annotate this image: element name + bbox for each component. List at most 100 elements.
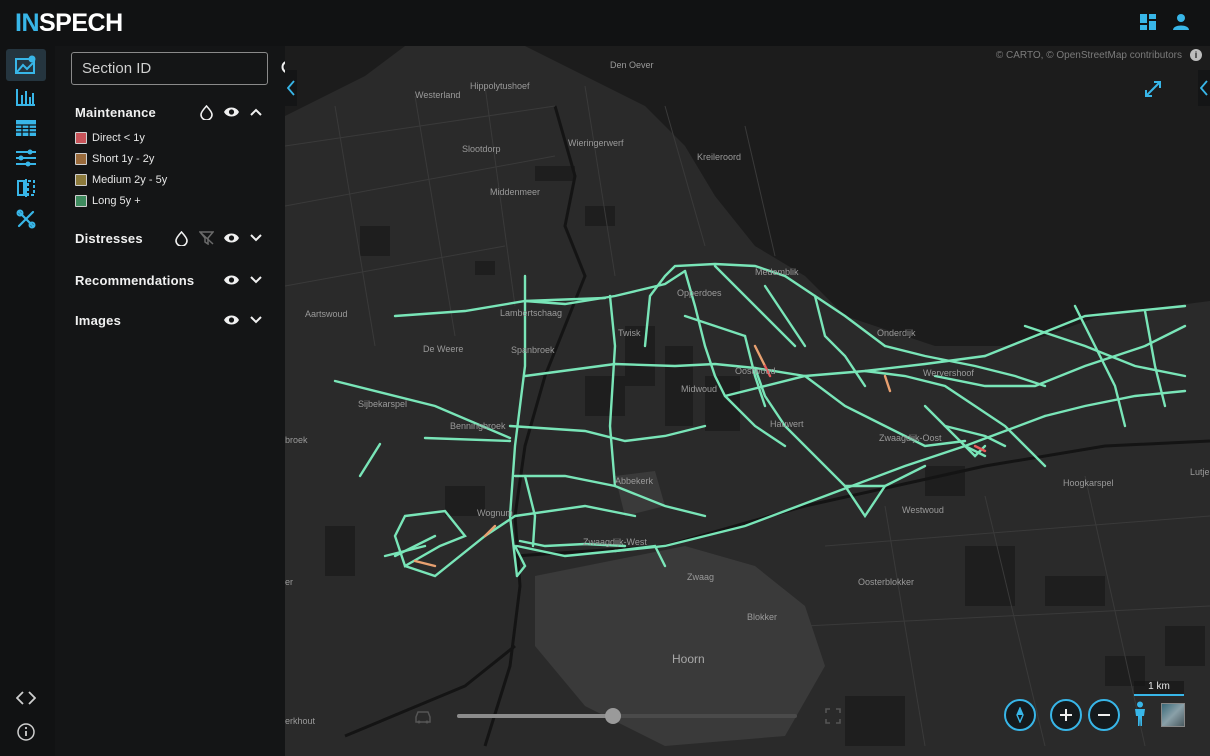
place-label: Aartswoud	[305, 309, 348, 319]
place-label: Benningbroek	[450, 421, 506, 431]
place-label: Oostwoud	[735, 366, 776, 376]
satellite-layer-thumbnail[interactable]	[1161, 703, 1185, 727]
map-attribution[interactable]: © CARTO, © OpenStreetMap contributors	[996, 50, 1182, 61]
code-icon[interactable]	[6, 684, 46, 712]
place-label: Zwaagdijk-Oost	[879, 433, 942, 443]
legend-label: Direct < 1y	[92, 131, 145, 144]
visibility-eye-icon[interactable]	[220, 269, 242, 291]
place-label: Zwaag	[687, 572, 715, 582]
recommendations-title: Recommendations	[75, 272, 195, 288]
legend-swatch	[75, 173, 87, 186]
compass-button[interactable]	[1004, 699, 1036, 731]
place-label: Westwoud	[902, 505, 944, 515]
legend-item: Short 1y - 2y	[75, 148, 265, 169]
compare-icon[interactable]	[6, 172, 46, 204]
legend-item: Long 5y +	[75, 190, 265, 211]
place-label: Slootdorp	[462, 144, 501, 154]
distresses-title: Distresses	[75, 230, 143, 246]
legend-swatch	[75, 152, 87, 165]
place-label: Lutjeb	[1190, 467, 1210, 477]
maintenance-section-header[interactable]: Maintenance	[75, 101, 267, 123]
bar-chart-icon[interactable]	[6, 81, 46, 113]
chevron-down-icon[interactable]	[245, 309, 267, 331]
place-label: Zwaagdijk-West	[583, 537, 647, 547]
fit-view-icon[interactable]	[825, 708, 843, 726]
place-label: De Weere	[423, 344, 464, 354]
place-label: Wervershoof	[923, 368, 974, 378]
car-icon	[413, 710, 435, 726]
map-scale-bar: 1 km	[1134, 681, 1184, 696]
place-label: Hippolytushoef	[470, 81, 530, 91]
place-label: Wognum	[477, 508, 513, 518]
info-icon[interactable]	[6, 718, 46, 746]
place-label: Kreileroord	[697, 152, 742, 162]
distresses-section-header[interactable]: Distresses	[75, 227, 267, 249]
opacity-icon[interactable]	[195, 101, 217, 123]
tools-icon[interactable]	[6, 203, 46, 235]
legend-swatch	[75, 131, 87, 144]
visibility-eye-icon[interactable]	[220, 101, 242, 123]
zoom-in-button[interactable]	[1050, 699, 1082, 731]
place-label: Den Oever	[610, 60, 654, 70]
timeline-slider[interactable]	[457, 708, 797, 724]
chevron-down-icon[interactable]	[245, 269, 267, 291]
maintenance-title: Maintenance	[75, 104, 156, 120]
chevron-down-icon[interactable]	[245, 227, 267, 249]
slider-fill	[457, 714, 614, 718]
place-label: Oosterblokker	[858, 577, 915, 587]
zoom-out-button[interactable]	[1088, 699, 1120, 731]
place-label: Hauwert	[770, 419, 804, 429]
logo-part-spech: SPECH	[39, 9, 123, 37]
place-label: Hoogkarspel	[1063, 478, 1114, 488]
attribution-info-icon[interactable]: i	[1190, 49, 1202, 61]
filter-off-icon[interactable]	[195, 227, 217, 249]
legend-item: Medium 2y - 5y	[75, 169, 265, 190]
logo-part-in: IN	[15, 9, 40, 37]
map-icon[interactable]	[6, 49, 46, 81]
place-label: Lambertschaag	[500, 308, 563, 318]
fullscreen-expand-icon[interactable]	[1144, 80, 1164, 100]
app-logo[interactable]: INSPECH	[15, 9, 123, 38]
opacity-icon[interactable]	[170, 227, 192, 249]
user-icon[interactable]	[1172, 13, 1192, 33]
images-section-header[interactable]: Images	[75, 309, 267, 331]
section-search	[71, 52, 298, 85]
dashboard-icon[interactable]	[1139, 13, 1159, 33]
place-label: Abbekerk	[615, 476, 654, 486]
place-label: er	[285, 577, 294, 587]
place-label: Westerland	[415, 90, 461, 100]
basemap	[285, 46, 1210, 747]
place-label: erkhout	[285, 716, 316, 726]
visibility-eye-icon[interactable]	[220, 309, 242, 331]
legend-swatch	[75, 194, 87, 207]
place-label: Blokker	[747, 612, 778, 622]
place-label: Midwoud	[681, 384, 718, 394]
place-label: Twisk	[618, 328, 641, 338]
icon-rail	[0, 46, 52, 756]
place-label: Wieringerwerf	[568, 138, 624, 148]
map-view[interactable]: © CARTO, © OpenStreetMap contributors i …	[285, 46, 1210, 756]
place-label: Medemblik	[755, 267, 799, 277]
collapse-left-panel-button[interactable]	[285, 70, 297, 106]
place-label: Onderdijk	[877, 328, 916, 338]
street-view-pegman-icon[interactable]	[1131, 701, 1151, 729]
chevron-up-icon[interactable]	[245, 101, 267, 123]
section-id-input[interactable]	[72, 60, 281, 77]
top-bar: INSPECH	[0, 0, 1210, 46]
table-icon[interactable]	[6, 112, 46, 144]
place-label: Middenmeer	[490, 187, 541, 197]
place-label: broek	[285, 435, 308, 445]
legend-label: Medium 2y - 5y	[92, 173, 168, 186]
place-label: Hoorn	[672, 652, 705, 666]
legend-label: Long 5y +	[92, 194, 141, 207]
sliders-icon[interactable]	[6, 142, 46, 174]
legend-label: Short 1y - 2y	[92, 152, 155, 165]
recommendations-section-header[interactable]: Recommendations	[75, 269, 267, 291]
place-label: Opperdoes	[677, 288, 722, 298]
place-label: Spanbroek	[511, 345, 555, 355]
expand-right-panel-button[interactable]	[1198, 70, 1210, 106]
place-label: Sijbekarspel	[358, 399, 408, 409]
layers-panel: Maintenance Direct < 1y Short 1y - 2y Medi…	[55, 46, 298, 756]
visibility-eye-icon[interactable]	[220, 227, 242, 249]
maintenance-legend: Direct < 1y Short 1y - 2y Medium 2y - 5y Lo…	[75, 127, 265, 211]
